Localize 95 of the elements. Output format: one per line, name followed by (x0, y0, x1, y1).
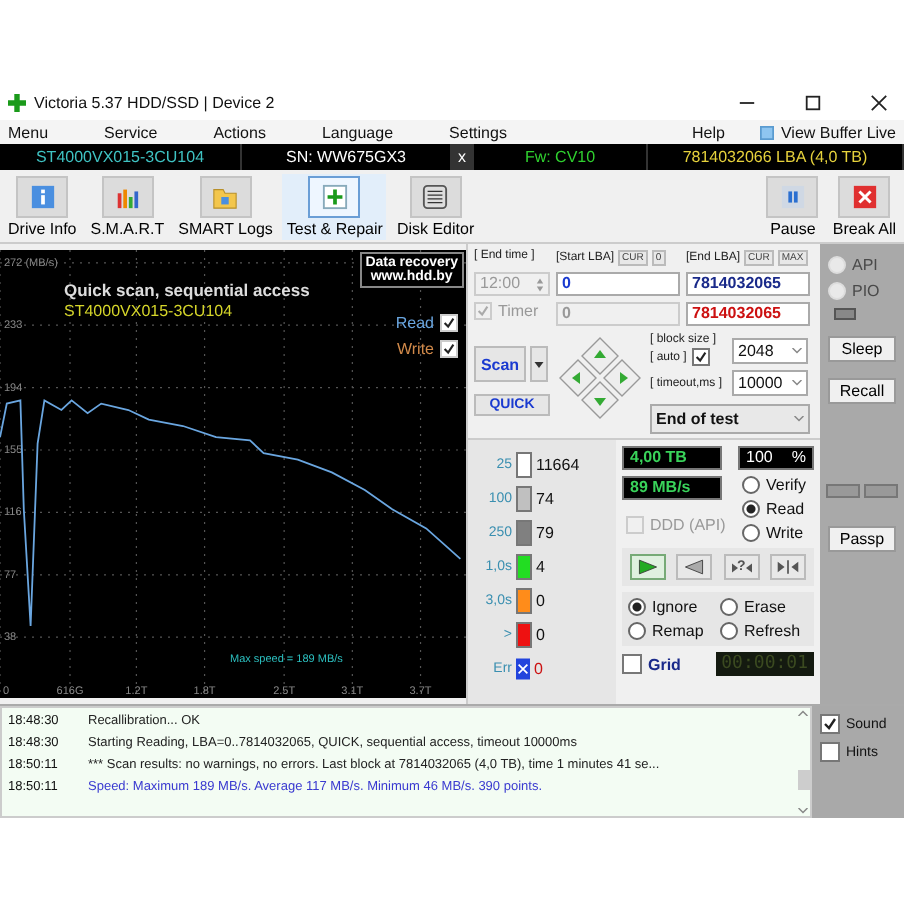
block-count: 4 (536, 557, 545, 575)
start-lba-field[interactable]: 0 (556, 272, 680, 296)
reverse-play-icon (682, 558, 707, 576)
info-icon (29, 183, 56, 209)
block-count: 79 (536, 523, 554, 541)
block-size-dropdown[interactable]: 2048 (732, 337, 808, 363)
log-option-checkbox[interactable] (820, 742, 840, 762)
pio-label: PIO (852, 282, 880, 300)
menu-item[interactable]: Settings (449, 123, 507, 141)
disk-grid-icon (422, 183, 449, 209)
buffer-icon (760, 125, 775, 139)
repair-radio[interactable] (628, 598, 646, 616)
sleep-button[interactable]: Sleep (828, 336, 896, 362)
caret-icon (534, 361, 544, 367)
api-radio[interactable] (828, 256, 846, 274)
close-device-button[interactable]: x (452, 144, 474, 170)
transport-button[interactable] (769, 554, 806, 580)
read-label: Read (395, 314, 434, 332)
pause-icon (779, 183, 806, 209)
right-arrow-icon (731, 561, 738, 573)
passport-button[interactable]: Passp (828, 526, 896, 552)
recall-button[interactable]: Recall (828, 378, 896, 404)
view-buffer-link[interactable]: View Buffer Live (780, 123, 896, 141)
auto-checkbox[interactable] (692, 348, 711, 366)
block-count: 0 (536, 625, 545, 643)
toolbar-button[interactable]: S.M.A.R.T (86, 173, 169, 239)
window-title: Victoria 5.37 HDD/SSD | Device 2 (34, 93, 275, 111)
menu-item[interactable]: Language (321, 123, 394, 141)
transport-button[interactable] (676, 554, 713, 580)
toolbar-button[interactable]: Drive Info (4, 173, 81, 239)
block-count: 74 (536, 489, 554, 507)
scan-dropdown-button[interactable] (530, 346, 548, 382)
toolbar-button[interactable]: Break All (828, 173, 900, 239)
chart-drive-model: ST4000VX015-3CU104 (64, 302, 235, 320)
mode-radio[interactable] (742, 500, 760, 518)
block-count: 0 (536, 591, 545, 609)
mode-label: Write (766, 524, 804, 542)
capacity-display: 4,00 TB (622, 446, 722, 470)
toolbar-button[interactable]: Disk Editor (392, 173, 479, 239)
end-action-dropdown[interactable]: End of test (650, 404, 810, 434)
transport-button[interactable] (630, 554, 666, 580)
grid-label: Grid (648, 655, 681, 673)
scrollbar[interactable] (796, 708, 810, 816)
scroll-up-icon[interactable] (798, 710, 808, 716)
chart-title: Quick scan, sequential access (64, 280, 310, 300)
percent-display: 100 % (738, 446, 814, 470)
menu-item[interactable]: Help (692, 123, 725, 141)
caret-icon (792, 380, 802, 386)
read-checkbox[interactable] (440, 314, 458, 332)
end-lba-current-field: 7814032065 (686, 302, 810, 326)
block-count: 0 (534, 659, 543, 677)
timeout-dropdown[interactable]: 10000 (732, 370, 808, 396)
log-option-checkbox[interactable] (820, 714, 840, 734)
folder-icon (212, 183, 239, 209)
left-arrow-icon (745, 561, 752, 573)
status-indicator (833, 308, 855, 320)
toolbar-button[interactable]: Test & Repair (282, 173, 387, 239)
grid-checkbox[interactable] (622, 654, 642, 674)
caret-icon (792, 347, 802, 353)
scroll-down-icon[interactable] (798, 808, 808, 814)
app-icon (8, 93, 26, 111)
repair-radio[interactable] (720, 622, 738, 640)
mode-radio[interactable] (742, 524, 760, 542)
repair-label: Refresh (744, 622, 801, 640)
caret-icon (794, 416, 804, 422)
speed-display: 89 MB/s (622, 476, 722, 500)
close-icon[interactable] (870, 93, 888, 111)
close-icon (851, 183, 878, 209)
timer-label: Timer (498, 302, 539, 320)
maximize-icon[interactable] (804, 93, 822, 111)
repair-label: Erase (744, 598, 786, 616)
write-checkbox[interactable] (440, 340, 458, 358)
write-label: Write (396, 340, 434, 358)
scan-button[interactable]: Scan (474, 346, 526, 382)
ddd-label: DDD (API) (650, 516, 726, 534)
mode-label: Verify (766, 476, 807, 494)
repair-radio[interactable] (720, 598, 738, 616)
end-lba-field[interactable]: 7814032065 (686, 272, 810, 296)
converging-arrows-icon (775, 558, 800, 576)
mode-label: Read (766, 500, 805, 518)
plus-icon (321, 183, 348, 209)
repair-radio[interactable] (628, 622, 646, 640)
menu-item[interactable]: Actions (213, 123, 266, 141)
current-lba-field: 0 (556, 302, 680, 326)
repair-label: Ignore (652, 598, 698, 616)
play-icon (636, 558, 660, 576)
mode-radio[interactable] (742, 476, 760, 494)
menu-item[interactable]: Menu (8, 123, 49, 141)
toolbar-button[interactable]: SMART Logs (174, 173, 277, 239)
repair-label: Remap (652, 622, 704, 640)
api-label: API (852, 256, 878, 274)
menu-item[interactable]: Service (104, 123, 158, 141)
block-count: 11664 (536, 455, 580, 473)
pio-radio[interactable] (828, 282, 846, 300)
scroll-thumb[interactable] (797, 770, 809, 790)
